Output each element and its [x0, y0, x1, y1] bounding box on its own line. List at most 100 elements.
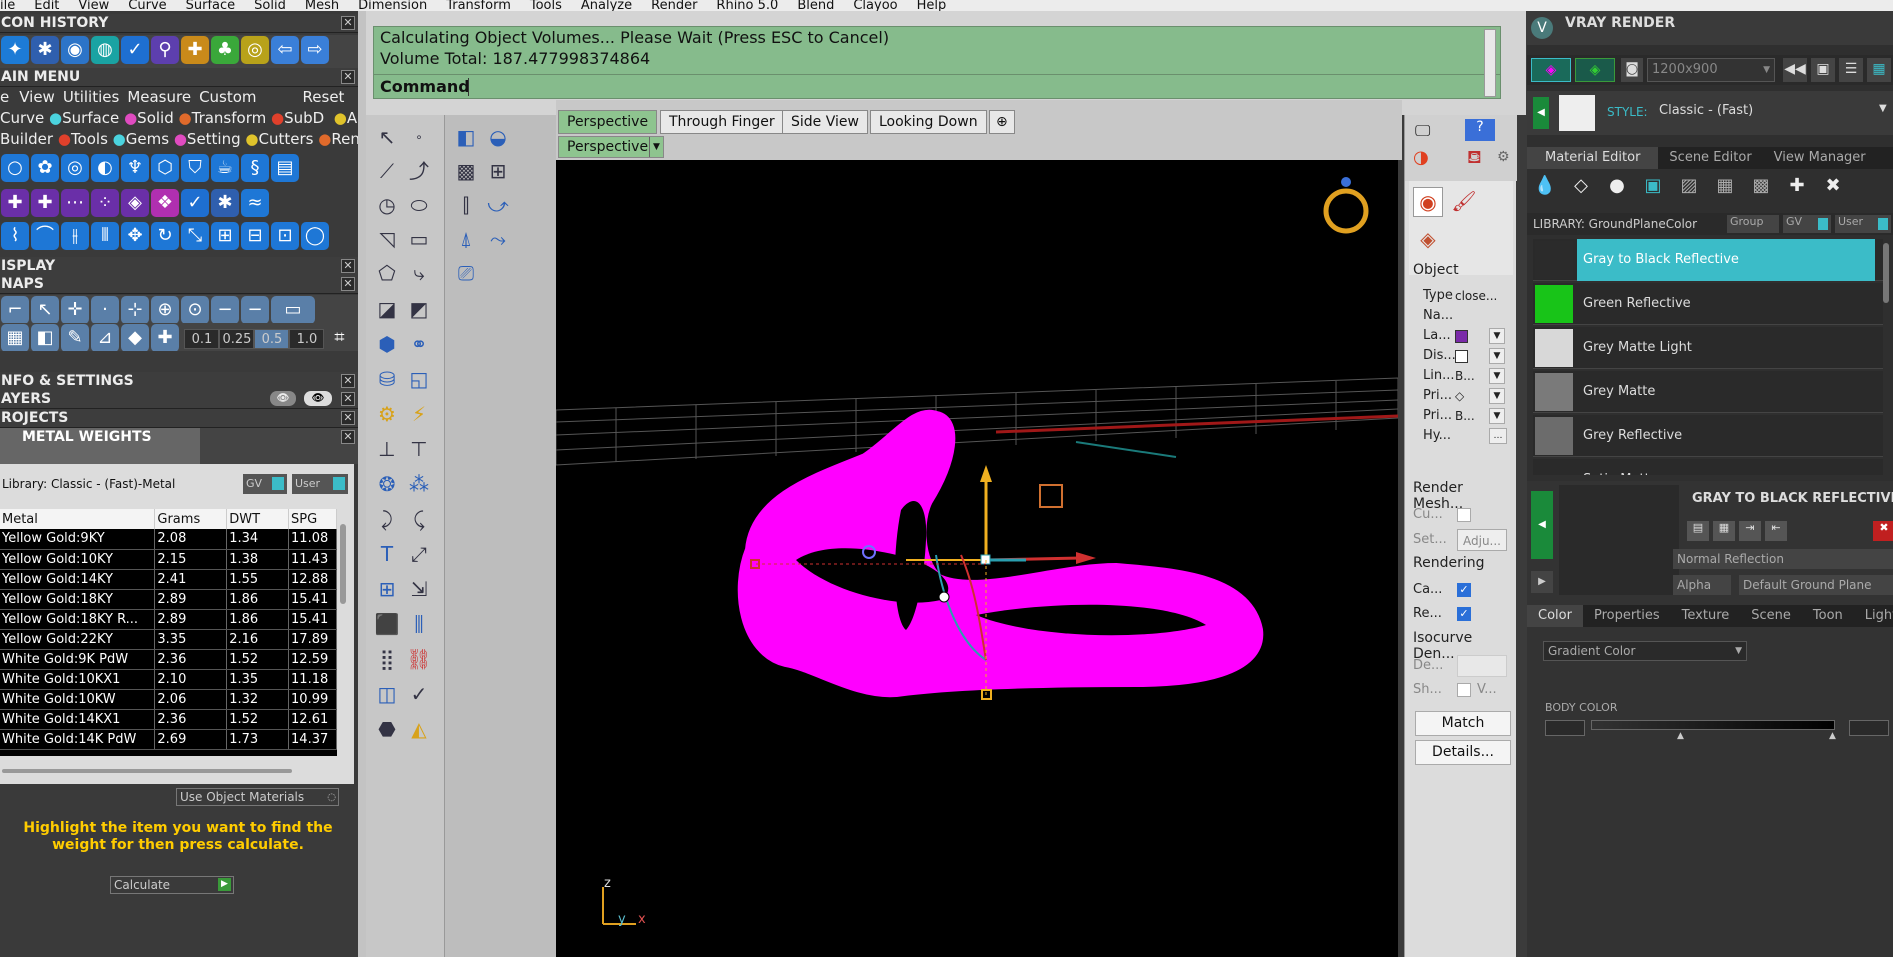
paint-icon[interactable]: ◭: [404, 715, 434, 743]
snap-value[interactable]: 0.1: [184, 329, 220, 349]
receive-shadows-checkbox[interactable]: ✓: [1457, 607, 1471, 621]
main-menu-measure[interactable]: Measure: [127, 88, 191, 106]
gear-icon[interactable]: ⚙: [1497, 149, 1510, 165]
split-view-icon[interactable]: ⫿: [451, 191, 481, 219]
bend-icon[interactable]: ⤳: [483, 225, 513, 253]
ortho-icon[interactable]: ⊿: [91, 324, 119, 351]
point-icon[interactable]: ∘: [404, 123, 434, 151]
drop-icon[interactable]: 💧: [1528, 171, 1562, 201]
dots-icon[interactable]: ⁂: [404, 470, 434, 498]
taper-icon[interactable]: ⍋: [451, 225, 481, 253]
text-icon[interactable]: T: [372, 540, 402, 568]
table-row[interactable]: White Gold:10KW 2.06 1.32 10.99: [0, 689, 337, 710]
curve-tool-icon[interactable]: ⌇: [1, 222, 29, 250]
history-tool-icon[interactable]: ⚲: [151, 36, 179, 64]
close-icon[interactable]: ✕: [341, 374, 355, 388]
remove-material-icon[interactable]: ✖: [1816, 171, 1850, 201]
save-icon[interactable]: ◧: [451, 123, 481, 151]
display-color-swatch[interactable]: [1455, 350, 1468, 363]
chevron-down-icon[interactable]: ▼: [1489, 388, 1505, 404]
mesh-grid-icon[interactable]: ▩: [451, 157, 481, 185]
gem-map-icon[interactable]: ◈: [121, 189, 149, 217]
alpha-select[interactable]: Alpha: [1673, 575, 1731, 595]
menu-builder-item[interactable]: Builder: [0, 130, 53, 148]
pave-tool-icon[interactable]: ⁘: [91, 189, 119, 217]
grid-snap-icon[interactable]: ⌗: [325, 324, 354, 351]
array-tool-icon[interactable]: ⋯: [61, 189, 89, 217]
main-menu-utilities[interactable]: Utilities: [63, 88, 119, 106]
add-tab-icon[interactable]: ⊕: [989, 110, 1015, 134]
chevron-down-icon[interactable]: ▼: [1489, 408, 1505, 424]
snap-end-icon[interactable]: ⌐: [1, 296, 29, 323]
gradient-bar[interactable]: [1591, 720, 1835, 730]
chain-icon[interactable]: ⛓: [404, 645, 434, 673]
history-tool-icon[interactable]: ✱: [31, 36, 59, 64]
property-value[interactable]: close...: [1455, 285, 1497, 307]
command-scrollbar[interactable]: [1484, 29, 1496, 97]
tab-perspective[interactable]: Perspective: [558, 110, 658, 134]
user-button[interactable]: User: [292, 474, 348, 494]
perspective-viewport[interactable]: z y x: [556, 160, 1398, 957]
plus-tool-icon[interactable]: ✚: [1, 189, 29, 217]
align-tool-icon[interactable]: ⊞: [211, 222, 239, 250]
layers-header[interactable]: AYERS 👁 👁 ✕: [0, 390, 358, 409]
show-isocurve-checkbox[interactable]: [1457, 683, 1471, 697]
col-header-dwt[interactable]: DWT: [226, 509, 290, 529]
tab-scene-editor[interactable]: Scene Editor: [1658, 147, 1762, 169]
property-value[interactable]: ◇: [1455, 385, 1464, 407]
main-menu-reset[interactable]: Reset: [303, 88, 345, 106]
gradient-stop-icon[interactable]: ▲: [1829, 731, 1836, 741]
mesh-icon[interactable]: ⬣: [372, 715, 402, 743]
pattern-icon[interactable]: ▩: [1744, 171, 1778, 201]
cast-shadows-checkbox[interactable]: ✓: [1457, 583, 1471, 597]
style-value[interactable]: Classic - (Fast): [1659, 103, 1753, 118]
menu-solid-item[interactable]: Solid: [137, 109, 174, 127]
ground-plane-select[interactable]: Default Ground Plane: [1739, 575, 1893, 595]
metal-table-scrollbar[interactable]: [340, 524, 346, 604]
more-icon[interactable]: …: [1489, 428, 1507, 444]
render-button[interactable]: ◈: [1531, 58, 1571, 82]
menu-edit[interactable]: Edit: [34, 0, 59, 11]
material-item[interactable]: Gray to Black Reflective: [1533, 239, 1883, 281]
snap-int-icon[interactable]: ⊕: [151, 296, 179, 323]
custom-mesh-checkbox[interactable]: [1457, 508, 1471, 522]
gem-icon[interactable]: ◇: [1564, 171, 1598, 201]
user-button[interactable]: User: [1835, 215, 1891, 233]
main-menu-file[interactable]: e: [0, 88, 9, 106]
menu-render[interactable]: Render: [651, 0, 697, 11]
menu-tools-item[interactable]: Tools: [71, 130, 108, 148]
snap-perp-icon[interactable]: ⊙: [181, 296, 209, 323]
dimension2-icon[interactable]: ⊤: [404, 435, 434, 463]
planar-icon[interactable]: ◆: [121, 324, 149, 351]
col-header-grams[interactable]: Grams: [154, 509, 228, 529]
film-icon[interactable]: ▦: [1713, 521, 1735, 541]
collapse-left-icon[interactable]: ◀: [1533, 97, 1549, 129]
move-tool-icon[interactable]: ✥: [121, 222, 149, 250]
history-tool-icon[interactable]: ◉: [61, 36, 89, 64]
menu-surface-item[interactable]: Surface: [62, 109, 119, 127]
flower-tool-icon[interactable]: ✿: [31, 154, 59, 182]
grid-icon[interactable]: ▦: [1867, 58, 1891, 82]
close-icon[interactable]: ✕: [341, 392, 355, 406]
scale-tool-icon[interactable]: ⤡: [181, 222, 209, 250]
snap-cen-icon[interactable]: ⊹: [121, 296, 149, 323]
square-icon[interactable]: ▣: [1636, 171, 1670, 201]
material-item[interactable]: Grey Matte: [1533, 371, 1883, 413]
rectangle-icon[interactable]: ▭: [404, 225, 434, 253]
tab-color[interactable]: Color: [1527, 605, 1583, 627]
curve-points-icon[interactable]: ⤴: [404, 157, 434, 185]
render-region-button[interactable]: ◈: [1575, 58, 1615, 82]
tab-properties[interactable]: Properties: [1583, 605, 1671, 627]
arrow-right-icon[interactable]: ⇨: [301, 36, 329, 64]
rotate-tool-icon[interactable]: ↻: [151, 222, 179, 250]
eye-icon[interactable]: 👁: [304, 391, 332, 406]
history-tool-icon[interactable]: ♣: [211, 36, 239, 64]
table-row[interactable]: White Gold:14K PdW 2.69 1.73 14.37: [0, 729, 337, 750]
lightning-icon[interactable]: ⚡: [404, 400, 434, 428]
col-header-spg[interactable]: SPG: [288, 509, 337, 529]
circle-tool-icon[interactable]: ◯: [301, 222, 329, 250]
loft-icon[interactable]: ◩: [404, 295, 434, 323]
close-icon[interactable]: ✕: [341, 70, 355, 84]
snaps-header[interactable]: NAPS ✕: [0, 275, 358, 294]
cube-icon[interactable]: ◧: [31, 324, 59, 351]
